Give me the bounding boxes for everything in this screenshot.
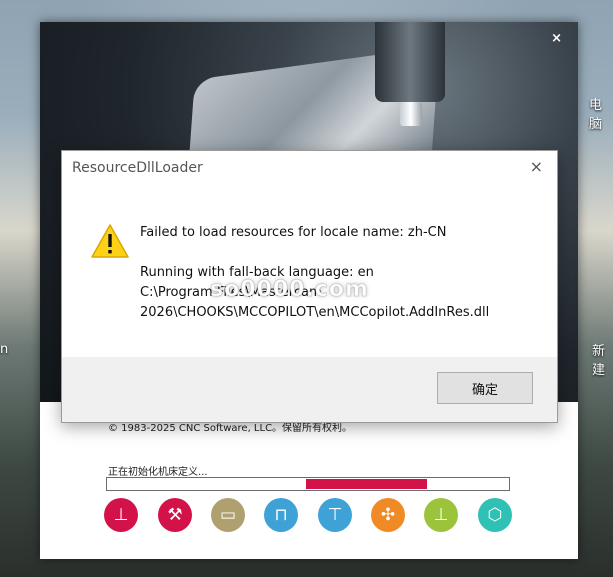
desktop-icon-label-new[interactable]: 新建 bbox=[592, 340, 613, 378]
mill-turn-icon: ⊥ bbox=[424, 498, 458, 532]
path-line-2: 2026\CHOOKS\MCCOPILOT\en\MCCopilot.AddIn… bbox=[140, 305, 490, 320]
progress-bar-fill bbox=[305, 479, 427, 489]
desktop-icon-label-left[interactable]: n bbox=[0, 342, 8, 357]
dialog-footer: 确定 bbox=[62, 357, 557, 422]
loading-progress-bar bbox=[106, 477, 510, 491]
spindle-image bbox=[375, 22, 445, 102]
cutting-tool-image bbox=[400, 102, 422, 126]
desktop-icon-label-computer[interactable]: 电脑 bbox=[589, 94, 613, 132]
ok-button[interactable]: 确定 bbox=[437, 372, 533, 404]
watermark-text: so0000.com bbox=[210, 277, 369, 303]
error-message-line: Failed to load resources for locale name… bbox=[140, 225, 447, 240]
lathe-icon: ⊤ bbox=[318, 498, 352, 532]
product-icon-row: ⊥ ⚒ ▭ ⊓ ⊤ ✣ ⊥ ⬡ bbox=[104, 498, 524, 538]
multiaxis-icon: ⊓ bbox=[264, 498, 298, 532]
wire-icon: ✣ bbox=[371, 498, 405, 532]
3d-icon: ⬡ bbox=[478, 498, 512, 532]
splash-close-button[interactable]: × bbox=[551, 31, 562, 46]
loading-status-text: 正在初始化机床定义... bbox=[108, 467, 208, 478]
warning-icon bbox=[91, 224, 129, 258]
mill-icon: ⊥ bbox=[104, 498, 138, 532]
router-icon: ⚒ bbox=[158, 498, 192, 532]
dialog-close-button[interactable]: × bbox=[530, 157, 543, 176]
design-icon: ▭ bbox=[211, 498, 245, 532]
dialog-title: ResourceDllLoader bbox=[72, 160, 203, 176]
